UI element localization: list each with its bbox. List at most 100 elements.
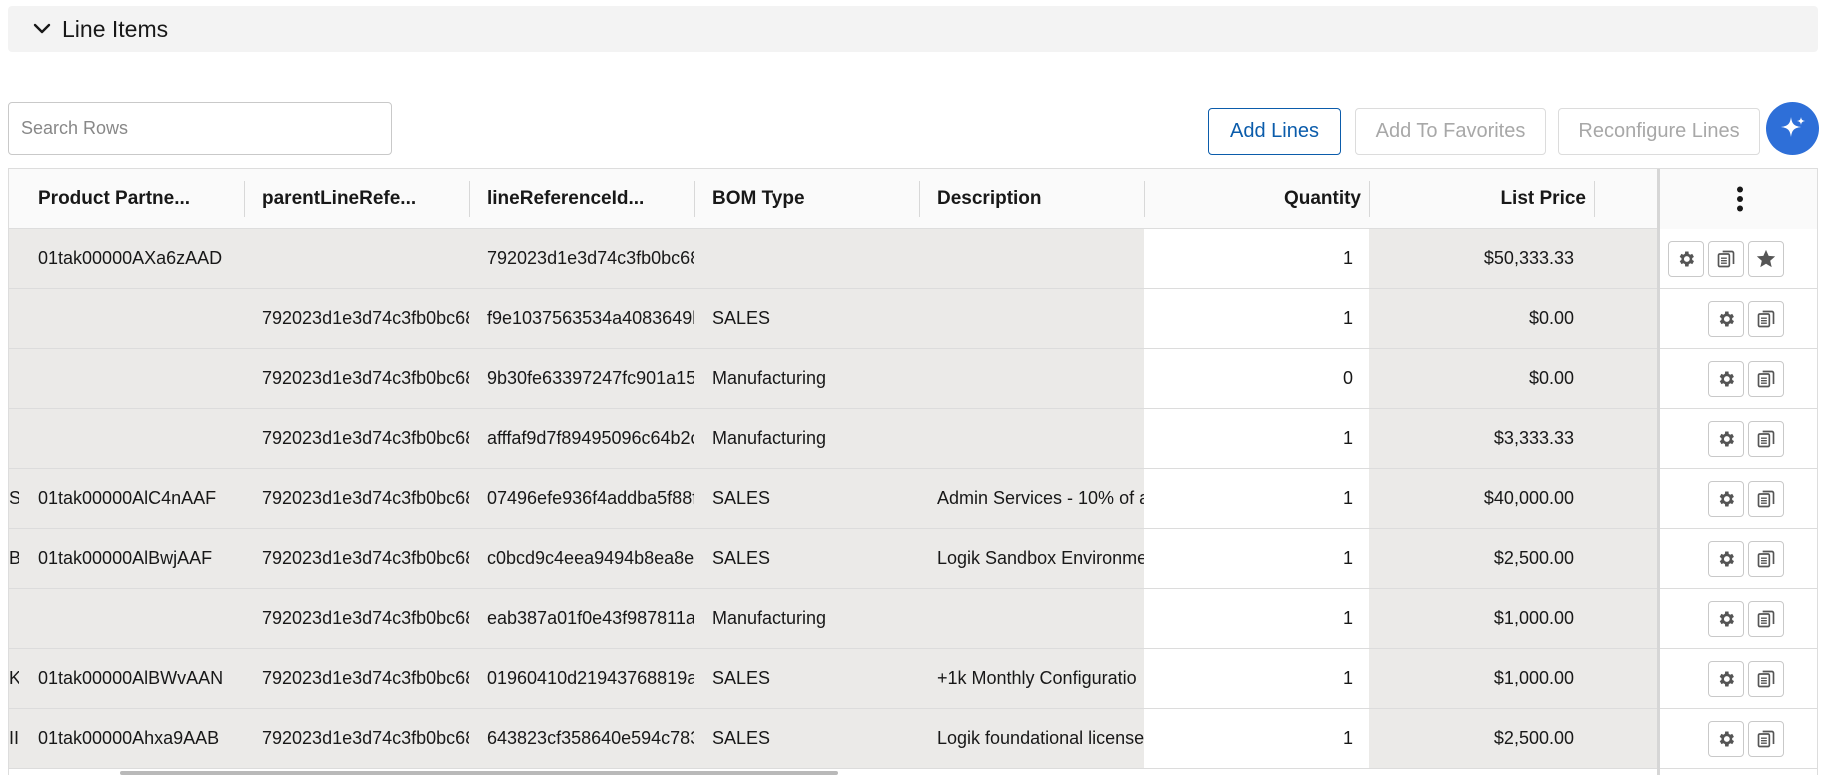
cell-parent-line-ref bbox=[244, 229, 469, 288]
cell-list-price: $1,000.00 bbox=[1369, 589, 1657, 648]
table-row[interactable]: K-01tak00000AlBWvAAN792023d1e3d74c3fb0bc… bbox=[9, 649, 1817, 709]
cell-list-price: $1,000.00 bbox=[1369, 649, 1657, 708]
column-resize-handle[interactable] bbox=[694, 181, 695, 217]
cell-quantity[interactable]: 1 bbox=[1144, 409, 1369, 468]
chevron-down-icon bbox=[33, 23, 51, 34]
cell-parent-line-ref: 792023d1e3d74c3fb0bc68 bbox=[244, 709, 469, 768]
cell-line-reference-id: 01960410d21943768819af bbox=[469, 649, 694, 708]
search-rows-input[interactable] bbox=[8, 102, 392, 155]
configure-button[interactable] bbox=[1708, 541, 1744, 577]
table-row[interactable]: 792023d1e3d74c3fb0bc68 afffaf9d7f89495096… bbox=[9, 409, 1817, 469]
cell-quantity[interactable]: 1 bbox=[1144, 229, 1369, 288]
gear-icon bbox=[1719, 431, 1734, 447]
cell-description: Logik Sandbox Environme bbox=[919, 529, 1144, 588]
cell-quantity[interactable]: 1 bbox=[1144, 289, 1369, 348]
row-actions bbox=[1660, 529, 1817, 589]
cell-quantity[interactable]: 1 bbox=[1144, 469, 1369, 528]
row-actions bbox=[1660, 469, 1817, 529]
configure-button[interactable] bbox=[1668, 241, 1704, 277]
copy-icon bbox=[1757, 490, 1775, 508]
cell-truncated bbox=[9, 289, 19, 348]
column-header-list-price[interactable]: List Price bbox=[1379, 169, 1586, 229]
add-lines-button[interactable]: Add Lines bbox=[1208, 108, 1341, 155]
configure-button[interactable] bbox=[1708, 361, 1744, 397]
clone-button[interactable] bbox=[1708, 241, 1744, 277]
line-items-section-header[interactable]: Line Items bbox=[8, 6, 1818, 52]
cell-quantity[interactable]: 1 bbox=[1144, 589, 1369, 648]
reconfigure-lines-button[interactable]: Reconfigure Lines bbox=[1558, 108, 1760, 155]
clone-button[interactable] bbox=[1748, 301, 1784, 337]
cell-truncated bbox=[9, 229, 19, 288]
cell-product-partner: 01tak00000AlBwjAAF bbox=[19, 529, 244, 588]
cell-line-reference-id: 9b30fe63397247fc901a154 bbox=[469, 349, 694, 408]
cell-parent-line-ref: 792023d1e3d74c3fb0bc68 bbox=[244, 289, 469, 348]
table-row[interactable]: S'01tak00000AlC4nAAF792023d1e3d74c3fb0bc… bbox=[9, 469, 1817, 529]
configure-button[interactable] bbox=[1708, 661, 1744, 697]
cell-product-partner bbox=[19, 289, 244, 348]
cell-truncated bbox=[9, 589, 19, 648]
cell-bom-type: SALES bbox=[694, 289, 919, 348]
cell-parent-line-ref: 792023d1e3d74c3fb0bc68 bbox=[244, 649, 469, 708]
clone-button[interactable] bbox=[1748, 421, 1784, 457]
cell-truncated: K- bbox=[9, 649, 19, 708]
column-menu-button[interactable] bbox=[1657, 169, 1817, 229]
column-resize-handle[interactable] bbox=[244, 181, 245, 217]
column-header-quantity[interactable]: Quantity bbox=[1154, 169, 1361, 229]
table-row[interactable]: 792023d1e3d74c3fb0bc68 eab387a01f0e43f987… bbox=[9, 589, 1817, 649]
cell-quantity[interactable]: 1 bbox=[1144, 649, 1369, 708]
table-row[interactable]: II 01tak00000Ahxa9AAB 792023d1e3d74c3fb0bc… bbox=[9, 709, 1817, 769]
cell-list-price: $3,333.33 bbox=[1369, 409, 1657, 468]
favorite-button[interactable] bbox=[1748, 241, 1784, 277]
cell-quantity[interactable]: 1 bbox=[1144, 709, 1369, 768]
gear-icon bbox=[1719, 551, 1734, 567]
table-row[interactable]: 792023d1e3d74c3fb0bc68 9b30fe63397247fc90… bbox=[9, 349, 1817, 409]
cell-quantity[interactable]: 0 bbox=[1144, 349, 1369, 408]
cell-product-partner bbox=[19, 589, 244, 648]
cell-description bbox=[919, 229, 1144, 288]
cell-product-partner: 01tak00000Ahxa9AAB bbox=[19, 709, 244, 768]
column-resize-handle[interactable] bbox=[469, 181, 470, 217]
column-header-bom-type[interactable]: BOM Type bbox=[712, 169, 922, 229]
clone-button[interactable] bbox=[1748, 481, 1784, 517]
row-actions bbox=[1660, 589, 1817, 649]
cell-line-reference-id: 07496efe936f4addba5f88f bbox=[469, 469, 694, 528]
cell-product-partner bbox=[19, 409, 244, 468]
cell-bom-type: Manufacturing bbox=[694, 409, 919, 468]
configure-button[interactable] bbox=[1708, 601, 1744, 637]
column-header-parent-line-ref[interactable]: parentLineRefe... bbox=[262, 169, 472, 229]
cell-bom-type: SALES bbox=[694, 709, 919, 768]
column-resize-handle[interactable] bbox=[1369, 181, 1370, 217]
configure-button[interactable] bbox=[1708, 481, 1744, 517]
column-resize-handle[interactable] bbox=[1594, 181, 1595, 217]
ai-assistant-button[interactable] bbox=[1766, 102, 1819, 155]
configure-button[interactable] bbox=[1708, 721, 1744, 757]
cell-line-reference-id: afffaf9d7f89495096c64b2c bbox=[469, 409, 694, 468]
copy-icon bbox=[1757, 610, 1775, 628]
column-header-description[interactable]: Description bbox=[937, 169, 1147, 229]
column-resize-handle[interactable] bbox=[919, 181, 920, 217]
table-row[interactable]: 792023d1e3d74c3fb0bc68 f9e1037563534a4083… bbox=[9, 289, 1817, 349]
table-row[interactable]: 01tak00000AXa6zAAD 792023d1e3d74c3fb0bc68… bbox=[9, 229, 1817, 289]
column-header-line-reference-id[interactable]: lineReferenceId... bbox=[487, 169, 697, 229]
clone-button[interactable] bbox=[1748, 361, 1784, 397]
horizontal-scrollbar[interactable] bbox=[120, 771, 838, 775]
copy-icon bbox=[1717, 250, 1735, 268]
clone-button[interactable] bbox=[1748, 541, 1784, 577]
gear-icon bbox=[1719, 491, 1734, 507]
configure-button[interactable] bbox=[1708, 421, 1744, 457]
cell-description bbox=[919, 289, 1144, 348]
column-header-product-partner[interactable]: Product Partne... bbox=[38, 169, 248, 229]
configure-button[interactable] bbox=[1708, 301, 1744, 337]
row-actions-column bbox=[1657, 229, 1817, 775]
clone-button[interactable] bbox=[1748, 661, 1784, 697]
cell-quantity[interactable]: 1 bbox=[1144, 529, 1369, 588]
sparkle-icon bbox=[1780, 116, 1805, 137]
row-actions bbox=[1660, 349, 1817, 409]
cell-line-reference-id: 643823cf358640e594c783 bbox=[469, 709, 694, 768]
table-row[interactable]: B01tak00000AlBwjAAF792023d1e3d74c3fb0bc6… bbox=[9, 529, 1817, 589]
column-resize-handle[interactable] bbox=[1144, 181, 1145, 217]
cell-list-price: $50,333.33 bbox=[1369, 229, 1657, 288]
add-to-favorites-button[interactable]: Add To Favorites bbox=[1355, 108, 1546, 155]
clone-button[interactable] bbox=[1748, 601, 1784, 637]
clone-button[interactable] bbox=[1748, 721, 1784, 757]
